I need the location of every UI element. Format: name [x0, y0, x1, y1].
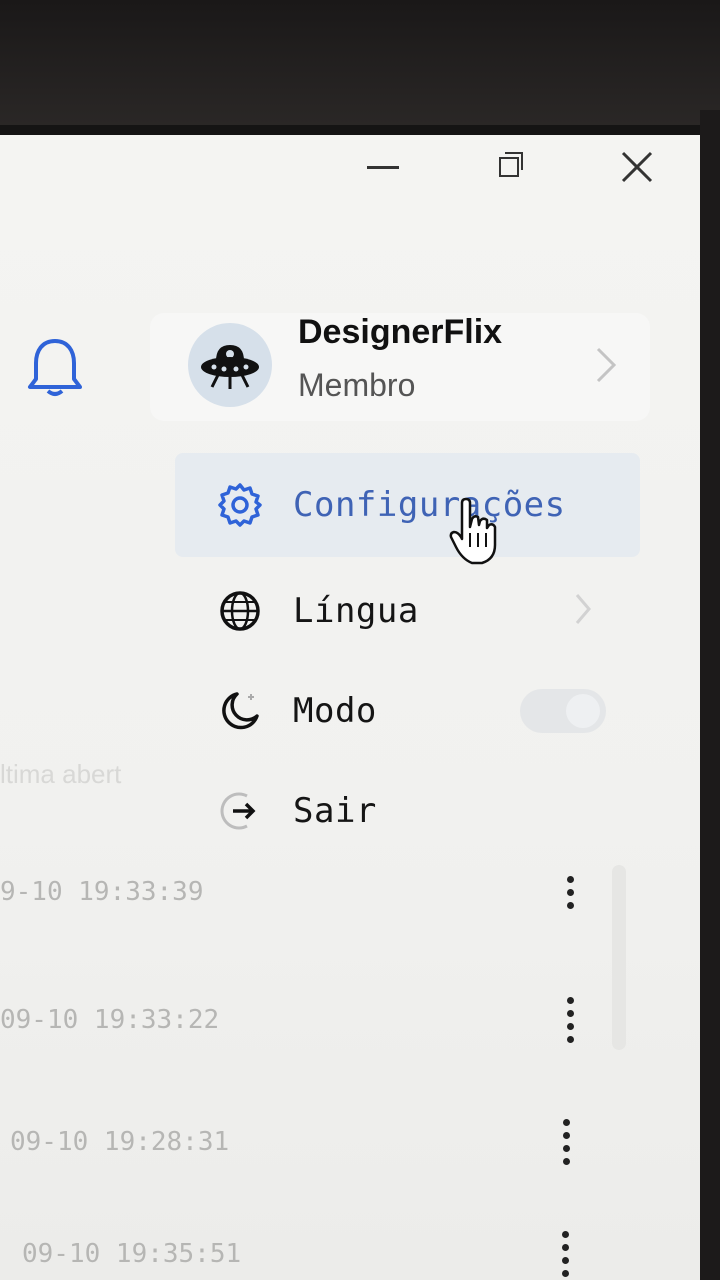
dot — [561, 1244, 569, 1251]
dot — [562, 1132, 570, 1139]
minimize-icon — [367, 165, 399, 169]
menu-item-configuracoes[interactable]: Configurações — [175, 453, 640, 557]
menu-item-sair[interactable]: Sair — [175, 759, 640, 863]
row-timestamp: 09-10 19:35:51 — [22, 1239, 242, 1269]
dot — [561, 1231, 569, 1238]
restore-button[interactable] — [484, 147, 534, 187]
monitor-bezel-top — [0, 0, 720, 125]
chevron-right-icon — [596, 347, 617, 383]
profile-name: DesignerFlix — [298, 313, 503, 351]
close-button[interactable] — [612, 147, 662, 187]
more-options-button[interactable] — [556, 1117, 576, 1167]
globe-icon — [217, 588, 263, 634]
list-item: 9-10 19:33:39 — [0, 867, 620, 927]
dot — [566, 888, 574, 896]
menu-label: Sair — [293, 791, 377, 831]
row-timestamp: 09-10 19:28:31 — [10, 1127, 230, 1157]
more-options-button[interactable] — [560, 995, 580, 1045]
dot — [562, 1119, 570, 1126]
profile-role: Membro — [298, 367, 416, 403]
moon-icon — [217, 688, 263, 734]
hand-cursor-icon — [449, 497, 497, 565]
app-window: DesignerFlix Membro Configurações Língua — [0, 135, 700, 1280]
monitor-bezel-right — [700, 110, 720, 1280]
chevron-right-icon — [575, 594, 591, 624]
dot — [566, 1023, 574, 1030]
dot — [566, 875, 574, 883]
more-options-button[interactable] — [555, 1229, 575, 1279]
profile-card[interactable]: DesignerFlix Membro — [150, 313, 650, 421]
column-header-last-opened: ltima abert — [0, 759, 122, 789]
ufo-avatar-icon — [201, 345, 259, 389]
row-timestamp: 9-10 19:33:39 — [0, 877, 204, 907]
restore-icon — [499, 152, 523, 177]
dot — [566, 997, 574, 1004]
dot — [566, 901, 574, 909]
minimize-button[interactable] — [358, 147, 408, 187]
dot — [566, 1036, 574, 1043]
avatar — [188, 323, 272, 407]
menu-item-lingua[interactable]: Língua — [175, 559, 640, 663]
list-item: 09-10 19:28:31 — [0, 1117, 620, 1177]
notifications-button[interactable] — [26, 335, 84, 399]
bell-icon — [28, 339, 82, 396]
dot — [562, 1158, 570, 1165]
menu-label: Língua — [293, 591, 419, 631]
dark-mode-toggle[interactable] — [520, 689, 606, 733]
list-item: 09-10 19:35:51 — [0, 1229, 620, 1280]
logout-icon — [217, 788, 263, 834]
dot — [561, 1270, 569, 1277]
row-timestamp: 09-10 19:33:22 — [0, 1005, 220, 1035]
menu-item-modo[interactable]: Modo — [175, 659, 640, 763]
dot — [561, 1257, 569, 1264]
scrollbar[interactable] — [612, 865, 626, 1050]
more-options-button[interactable] — [560, 867, 580, 917]
menu-label: Modo — [293, 691, 377, 731]
close-icon — [621, 151, 653, 183]
list-item: 09-10 19:33:22 — [0, 995, 620, 1055]
dot — [566, 1010, 574, 1017]
gear-icon — [217, 482, 263, 528]
menu-label: Configurações — [293, 485, 566, 525]
dot — [562, 1145, 570, 1152]
